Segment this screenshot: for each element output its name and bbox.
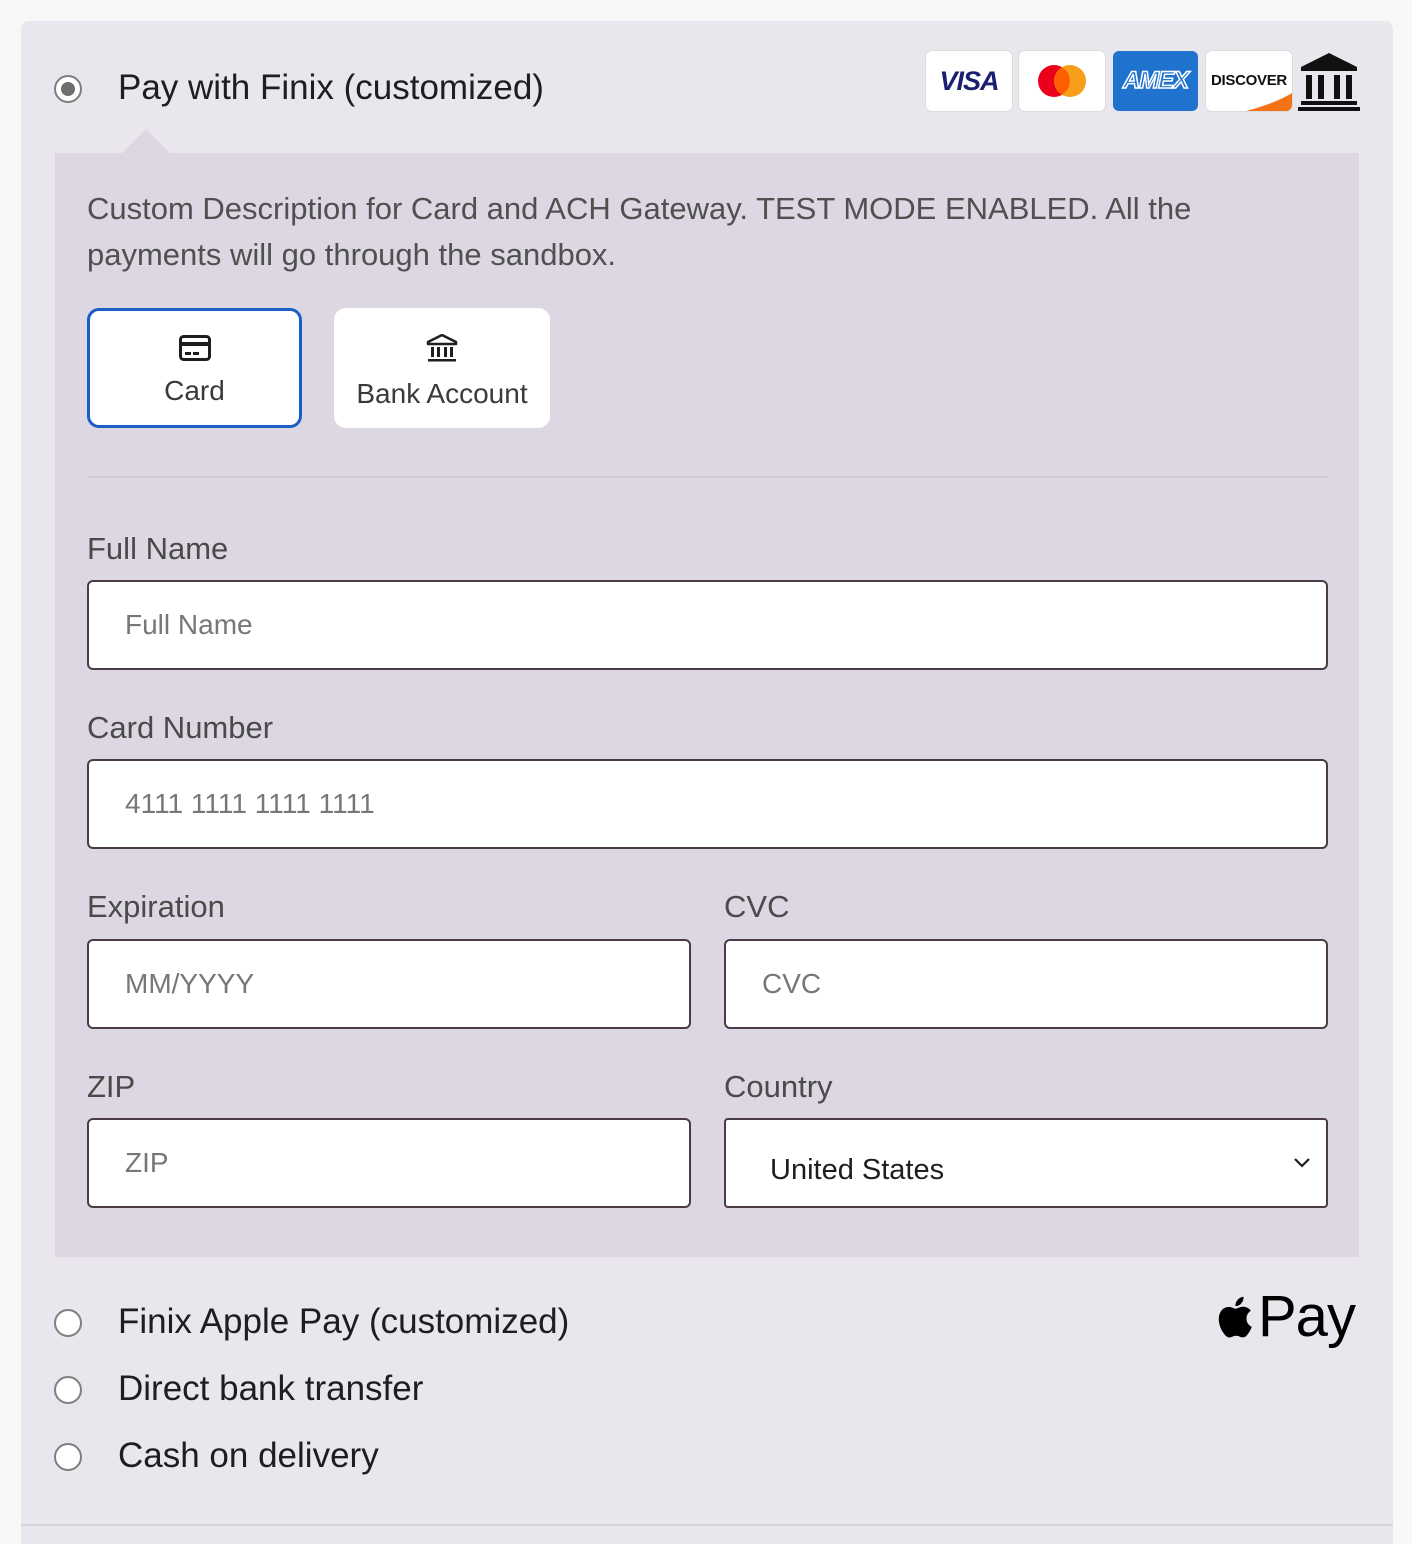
card-number-input[interactable] bbox=[87, 759, 1328, 849]
credit-card-icon bbox=[178, 335, 211, 361]
apple-pay-text: Pay bbox=[1258, 1284, 1356, 1349]
full-name-input[interactable] bbox=[87, 580, 1328, 670]
country-selected-value: United States bbox=[770, 1154, 945, 1186]
visa-logo-text: VISA bbox=[939, 65, 999, 96]
tab-card-label: Card bbox=[164, 375, 225, 406]
tab-bank-label: Bank Account bbox=[356, 378, 528, 409]
amex-logo-text: AMEX bbox=[1122, 66, 1190, 95]
discover-logo-text: DISCOVER bbox=[1211, 72, 1287, 89]
radio-direct-bank-transfer[interactable] bbox=[54, 1376, 82, 1404]
method-label-bank-transfer[interactable]: Direct bank transfer bbox=[118, 1369, 423, 1409]
mastercard-circles-icon bbox=[1038, 65, 1086, 97]
zip-label: ZIP bbox=[87, 1069, 136, 1104]
radio-cash-on-delivery[interactable] bbox=[54, 1443, 82, 1471]
bank-logo-icon bbox=[1298, 51, 1360, 116]
gateway-description: Custom Description for Card and ACH Gate… bbox=[87, 191, 1192, 272]
bottom-divider bbox=[21, 1524, 1393, 1526]
chevron-down-icon bbox=[1294, 1158, 1310, 1168]
cvc-input[interactable] bbox=[724, 939, 1328, 1029]
apple-pay-logo: Pay bbox=[1212, 1283, 1356, 1350]
tab-bank-account[interactable]: Bank Account bbox=[334, 308, 550, 428]
amex-logo-icon: AMEX bbox=[1113, 51, 1198, 111]
box-pointer bbox=[122, 129, 170, 153]
bank-icon bbox=[426, 334, 458, 362]
full-name-label: Full Name bbox=[87, 531, 229, 566]
visa-logo-icon: VISA bbox=[926, 51, 1012, 111]
method-label-finix[interactable]: Pay with Finix (customized) bbox=[118, 68, 544, 108]
discover-swoosh-icon bbox=[1246, 93, 1292, 111]
mastercard-logo-icon bbox=[1019, 51, 1105, 111]
country-select[interactable]: United States bbox=[724, 1118, 1328, 1208]
method-label-apple-pay[interactable]: Finix Apple Pay (customized) bbox=[118, 1302, 569, 1342]
country-label: Country bbox=[724, 1069, 833, 1104]
tab-card[interactable]: Card bbox=[87, 308, 302, 428]
apple-logo-icon bbox=[1218, 1296, 1252, 1338]
method-label-cod[interactable]: Cash on delivery bbox=[118, 1436, 379, 1476]
zip-input[interactable] bbox=[87, 1118, 691, 1208]
expiration-label: Expiration bbox=[87, 889, 225, 924]
discover-logo-icon: DISCOVER bbox=[1206, 51, 1292, 111]
radio-finix-apple-pay[interactable] bbox=[54, 1309, 82, 1337]
cvc-label: CVC bbox=[724, 889, 790, 924]
card-number-label: Card Number bbox=[87, 710, 274, 745]
radio-pay-with-finix[interactable] bbox=[54, 75, 82, 103]
tabs-divider bbox=[87, 476, 1328, 478]
expiration-input[interactable] bbox=[87, 939, 691, 1029]
